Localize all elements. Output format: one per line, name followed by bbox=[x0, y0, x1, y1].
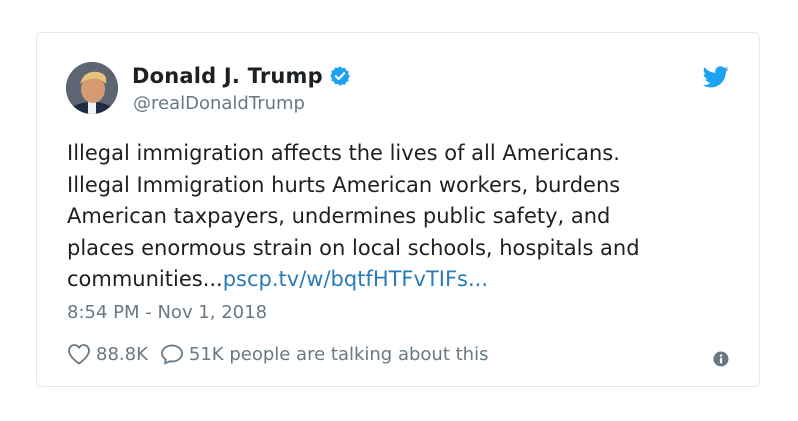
twitter-bird-icon[interactable] bbox=[703, 66, 729, 88]
tweet-text-line: places enormous strain on local schools,… bbox=[67, 235, 640, 260]
tweet-text-line: communities... bbox=[67, 267, 223, 291]
author-handle[interactable]: @realDonaldTrump bbox=[133, 93, 305, 114]
author-name-row[interactable]: Donald J. Trump bbox=[132, 64, 351, 88]
reply-button[interactable]: 51K people are talking about this bbox=[160, 343, 489, 365]
tweet-card: Donald J. Trump @realDonaldTrump Illegal… bbox=[36, 32, 760, 387]
tweet-text: Illegal immigration affects the lives of… bbox=[67, 138, 737, 296]
tweet-text-line: American taxpayers, undermines public sa… bbox=[67, 204, 611, 228]
tweet-actions: 88.8K 51K people are talking about this bbox=[67, 343, 488, 365]
display-name[interactable]: Donald J. Trump bbox=[132, 64, 323, 88]
like-button[interactable]: 88.8K bbox=[67, 343, 148, 365]
like-count: 88.8K bbox=[96, 343, 148, 365]
talking-count: 51K people are talking about this bbox=[188, 343, 489, 365]
verified-badge-icon bbox=[329, 66, 350, 86]
info-icon[interactable] bbox=[713, 351, 729, 367]
tweet-text-line: Illegal Immigration hurts American worke… bbox=[67, 172, 621, 197]
heart-icon bbox=[68, 344, 90, 365]
avatar[interactable] bbox=[66, 62, 118, 114]
speech-bubble-icon bbox=[160, 344, 183, 365]
tweet-text-line: Illegal immigration affects the lives of… bbox=[67, 141, 620, 165]
tweet-timestamp[interactable]: 8:54 PM - Nov 1, 2018 bbox=[67, 302, 267, 323]
avatar-image bbox=[66, 62, 118, 114]
tweet-link[interactable]: pscp.tv/w/bqtfHTFvTIFs... bbox=[223, 267, 488, 291]
